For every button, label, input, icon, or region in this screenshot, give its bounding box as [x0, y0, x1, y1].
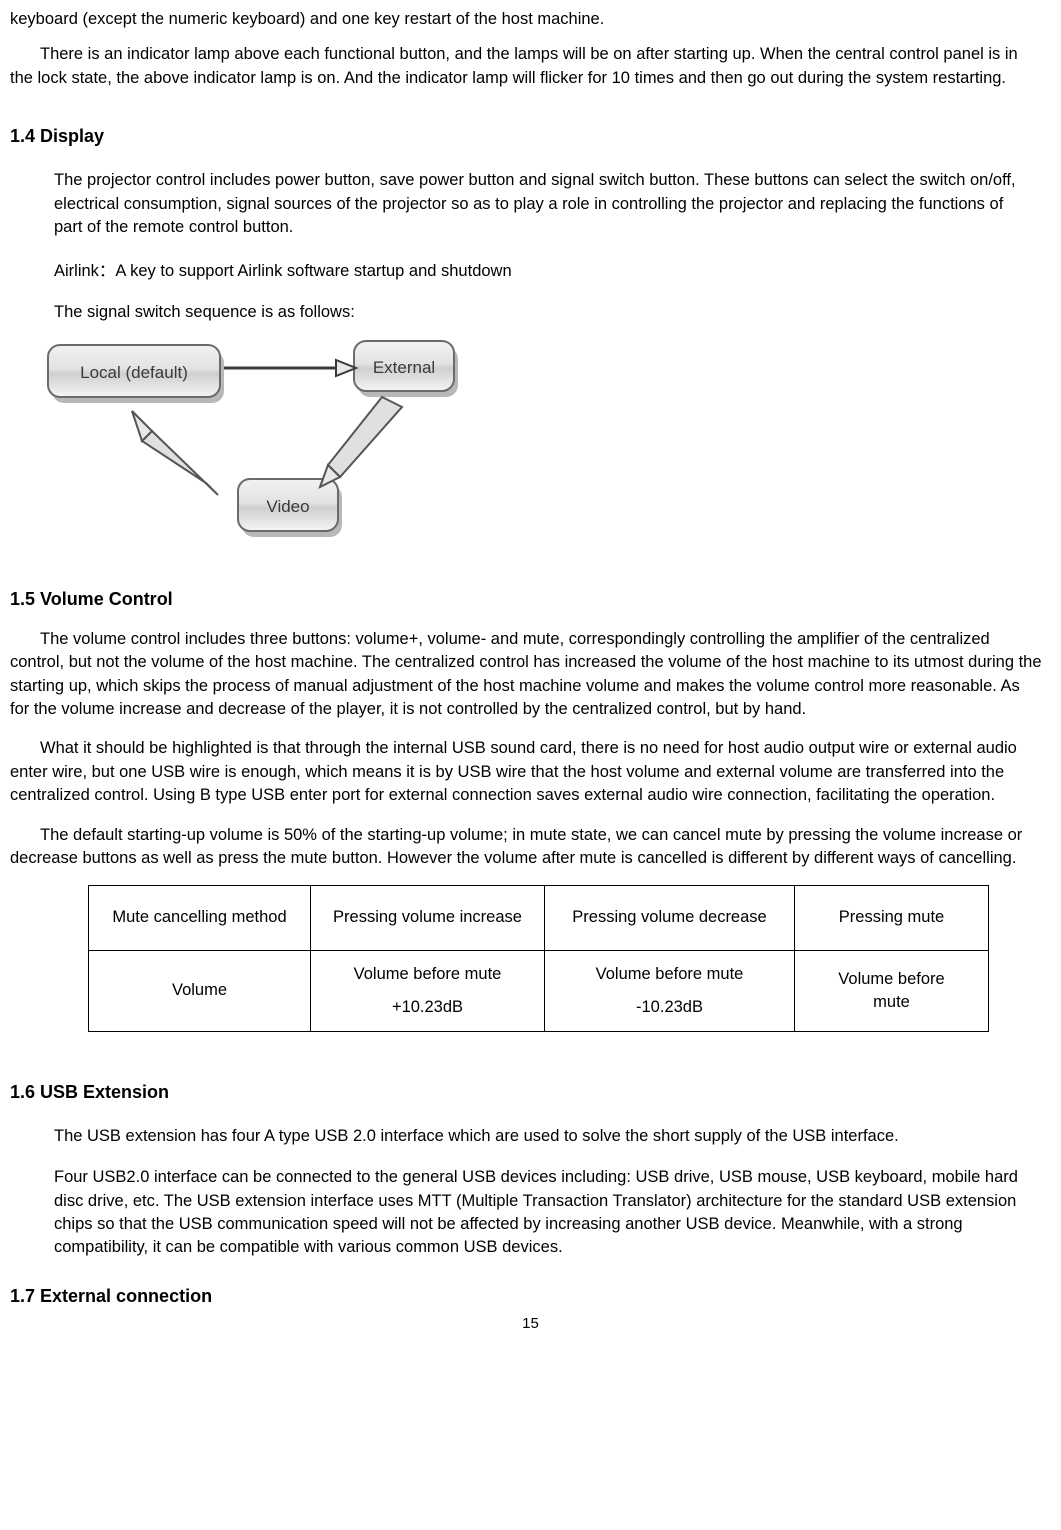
paragraph-default-volume: The default starting-up volume is 50% of… — [10, 825, 1023, 868]
table-cell-line-1: Volume before — [838, 970, 945, 989]
table-header-cell-volume-decrease: Pressing volume decrease — [544, 884, 795, 951]
signal-switch-diagram: Local (default) External Video — [10, 335, 530, 575]
table-header-cell-volume-increase: Pressing volume increase — [310, 884, 545, 951]
diagram-arrow-video-to-local — [131, 409, 219, 496]
paragraph-airlink: Airlink：A key to support Airlink softwar… — [54, 261, 512, 280]
table-row: Volume Volume before mute +10.23dB Volum… — [88, 949, 989, 1032]
heading-1-5-volume-control: 1.5 Volume Control — [10, 588, 173, 609]
table-cell-line-2: -10.23dB — [636, 997, 703, 1016]
paragraph-indicator-lamp: There is an indicator lamp above each fu… — [10, 45, 1018, 87]
diagram-svg: Local (default) External Video — [47, 339, 458, 537]
mute-cancelling-table-wrap: Mute cancelling method Pressing volume i… — [88, 884, 1051, 1032]
table-row-header: Mute cancelling method Pressing volume i… — [88, 884, 989, 951]
diagram-node-label-external: External — [373, 358, 435, 377]
diagram-arrow-local-to-external — [224, 358, 359, 378]
diagram-arrow-external-to-video — [318, 395, 404, 489]
table-cell-line-2: +10.23dB — [391, 997, 464, 1016]
table-cell-mute: Volume before mute — [794, 949, 989, 1032]
table-cell-volume-decrease: Volume before mute -10.23dB — [544, 949, 795, 1032]
paragraph-signal-switch-sequence: The signal switch sequence is as follows… — [54, 303, 355, 322]
table-cell-row-label-volume: Volume — [88, 949, 311, 1032]
table-cell-line-2: mute — [873, 992, 910, 1011]
table-header-cell-method: Mute cancelling method — [88, 884, 311, 951]
diagram-node-label-video: Video — [266, 497, 309, 516]
paragraph-usb-extension-details: Four USB2.0 interface can be connected t… — [54, 1168, 1018, 1257]
table-cell-line-1: Volume before mute — [353, 965, 502, 984]
heading-1-7-external-connection: 1.7 External connection — [10, 1285, 213, 1306]
paragraph-volume-control-overview: The volume control includes three button… — [10, 629, 1042, 719]
page-content: keyboard (except the numeric keyboard) a… — [0, 0, 1061, 1332]
heading-1-4-display: 1.4 Display — [10, 126, 105, 147]
paragraph-display-projector-control: The projector control includes power but… — [54, 171, 1016, 237]
paragraph-usb-extension-overview: The USB extension has four A type USB 2.… — [54, 1126, 899, 1145]
paragraph-top-line: keyboard (except the numeric keyboard) a… — [10, 10, 605, 28]
page-number: 15 — [522, 1315, 539, 1333]
paragraph-usb-sound-card: What it should be highlighted is that th… — [10, 739, 1017, 805]
document-page: keyboard (except the numeric keyboard) a… — [0, 0, 1061, 1530]
table-cell-line-1: Volume before mute — [595, 965, 744, 984]
table-header-cell-mute: Pressing mute — [794, 884, 989, 951]
table-cell-volume-increase: Volume before mute +10.23dB — [310, 949, 545, 1032]
heading-1-6-usb-extension: 1.6 USB Extension — [10, 1081, 170, 1102]
mute-cancelling-table: Mute cancelling method Pressing volume i… — [88, 884, 989, 1032]
diagram-node-label-local: Local (default) — [80, 363, 188, 382]
